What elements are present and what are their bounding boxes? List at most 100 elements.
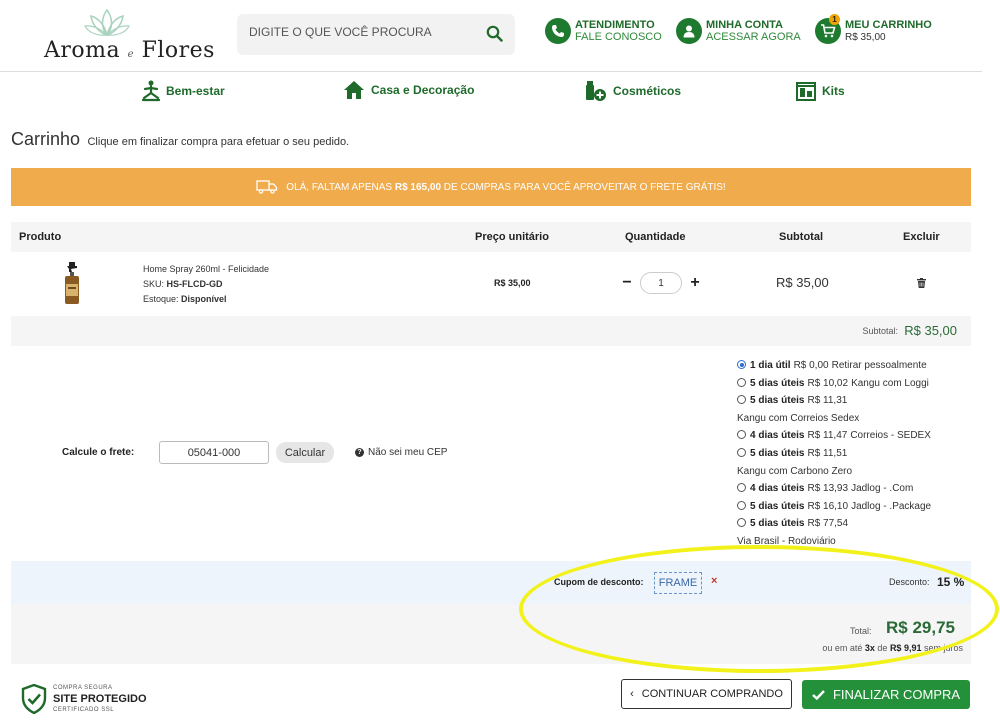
shipping-days: 5 dias úteis [750, 500, 805, 512]
inst-pre: ou em até [822, 643, 863, 653]
account-subtitle: ACESSAR AGORA [706, 31, 801, 43]
calculate-shipping-button[interactable]: Calcular [276, 442, 334, 463]
quantity-input[interactable] [640, 272, 682, 294]
cart-title: MEU CARRINHO [845, 19, 932, 31]
shipping-option[interactable]: 5 dias úteis R$ 16,10 Jadlog - .Package [737, 498, 977, 516]
col-header-remove: Excluir [903, 231, 940, 243]
shipping-option[interactable]: 5 dias úteis R$ 10,02 Kangu com Loggi [737, 375, 977, 393]
finalize-purchase-button[interactable]: FINALIZAR COMPRA [802, 680, 970, 709]
shipping-days: 4 dias úteis [750, 430, 805, 442]
shipping-option[interactable]: 5 dias úteis R$ 77,54 Via Brasil - Rodoviá… [737, 515, 977, 550]
nav-item-bem-estar[interactable]: Bem-estar [142, 80, 225, 102]
banner-post: DE COMPRAS PARA VOCÊ APROVEITAR O FRETE … [443, 181, 726, 193]
dont-know-cep-label: Não sei meu CEP [368, 447, 448, 458]
shipping-radio[interactable] [737, 377, 746, 387]
product-name[interactable]: Home Spray 260ml - Felicidade [143, 262, 269, 277]
shipping-carrier: Kangu com Loggi [851, 377, 929, 389]
quantity-decrease-button[interactable]: − [622, 274, 632, 292]
shipping-carrier: Via Brasil - Rodoviário [737, 535, 836, 547]
store-logo[interactable]: Aroma e Flores [44, 8, 214, 66]
coupon-label: Cupom de desconto: [554, 577, 644, 587]
remove-coupon-icon[interactable]: × [711, 575, 717, 587]
search-icon[interactable] [486, 25, 503, 42]
subtotal-row: Subtotal: R$ 35,00 [11, 316, 971, 346]
shipping-radio[interactable] [737, 500, 746, 510]
shipping-carrier: Kangu com Carbono Zero [737, 465, 853, 477]
subtotal-value: R$ 35,00 [904, 323, 957, 338]
installments-text: ou em até 3x de R$ 9,91 sem juros [822, 643, 963, 653]
shipping-price: R$ 11,31 [807, 395, 848, 407]
site-header: Aroma e Flores ATENDIMENTO FALE CONOSCO … [0, 0, 982, 72]
nav-label: Bem-estar [166, 84, 225, 98]
inst-post: sem juros [923, 643, 963, 653]
sku-value: HS-FLCD-GD [166, 279, 223, 289]
table-row: Home Spray 260ml - Felicidade SKU: HS-FL… [11, 252, 971, 316]
search-input[interactable] [249, 25, 469, 39]
cep-input[interactable] [159, 441, 269, 464]
stock-value: Disponível [181, 294, 227, 304]
shipping-carrier: Jadlog - .Package [851, 500, 932, 512]
col-header-product: Produto [19, 231, 62, 243]
nav-item-casa-decoracao[interactable]: Casa e Decoração [343, 80, 474, 100]
finalize-label: FINALIZAR COMPRA [832, 687, 961, 702]
shipping-option[interactable]: 5 dias úteis R$ 11,51 Kangu com Carbono Ze… [737, 445, 977, 480]
banner-pre: OLÁ, FALTAM APENAS [286, 181, 393, 193]
shipping-radio[interactable] [737, 518, 746, 528]
user-icon [676, 18, 702, 44]
product-sku: SKU: HS-FLCD-GD [143, 277, 269, 292]
cart-count-badge: 1 [829, 14, 840, 25]
lotus-logo-icon [84, 8, 130, 37]
secure-site-badge: COMPRA SEGURA SITE PROTEGIDO CERTIFICADO… [21, 683, 147, 716]
shipping-days: 5 dias úteis [750, 395, 805, 407]
total-value: R$ 29,75 [886, 618, 955, 637]
shipping-price: R$ 11,47 [807, 430, 848, 442]
shipping-carrier: Correios - SEDEX [850, 430, 931, 442]
continue-shopping-button[interactable]: ‹ CONTINUAR COMPRANDO [621, 679, 792, 709]
shipping-radio[interactable] [737, 430, 746, 440]
support-title: ATENDIMENTO [575, 19, 655, 31]
col-header-unit-price: Preço unitário [475, 231, 549, 243]
quantity-increase-button[interactable]: + [690, 274, 700, 292]
account-title: MINHA CONTA [706, 19, 783, 31]
secure-bottom: CERTIFICADO SSL [53, 707, 115, 713]
shipping-option[interactable]: 1 dia útil R$ 0,00 Retirar pessoalmente [737, 357, 977, 375]
discount-label: Desconto: [889, 577, 930, 587]
question-icon: ? [355, 448, 364, 457]
shipping-radio[interactable] [737, 360, 746, 369]
account-text: MINHA CONTA ACESSAR AGORA [706, 19, 801, 44]
shipping-option[interactable]: 4 dias úteis R$ 11,47 Correios - SEDEX [737, 427, 977, 445]
shipping-radio[interactable] [737, 395, 746, 405]
nav-item-cosmeticos[interactable]: Cosméticos [585, 80, 681, 102]
shipping-radio[interactable] [737, 483, 746, 493]
secure-top: COMPRA SEGURA [53, 685, 113, 691]
shipping-price: R$ 10,02 [807, 377, 849, 389]
logo-amp: e [127, 49, 135, 60]
dont-know-cep-link[interactable]: ? Não sei meu CEP [355, 447, 447, 458]
inst-value: R$ 9,91 [889, 643, 922, 653]
shipping-carrier: Jadlog - .Com [851, 483, 914, 495]
sku-label: SKU: [143, 279, 165, 289]
shipping-price: R$ 11,51 [807, 447, 848, 459]
secure-text: COMPRA SEGURA SITE PROTEGIDO CERTIFICADO… [53, 684, 147, 715]
secure-main: SITE PROTEGIDO [53, 693, 147, 705]
truck-icon [256, 180, 278, 194]
page-heading: Carrinho [11, 129, 81, 149]
free-shipping-banner: OLÁ, FALTAM APENAS R$ 165,00 DE COMPRAS … [11, 168, 971, 206]
nav-item-kits[interactable]: Kits [796, 80, 845, 102]
continue-label: CONTINUAR COMPRANDO [641, 688, 783, 700]
support-text: ATENDIMENTO FALE CONOSCO [575, 19, 662, 44]
product-image[interactable] [63, 262, 81, 304]
search-bar [237, 14, 515, 55]
coupon-row: Cupom de desconto: FRAME × Desconto: 15 … [11, 561, 971, 604]
shipping-radio[interactable] [737, 447, 746, 457]
shipping-price: R$ 16,10 [807, 500, 849, 512]
shipping-price: R$ 13,93 [807, 483, 849, 495]
shipping-option[interactable]: 4 dias úteis R$ 13,93 Jadlog - .Com [737, 480, 977, 498]
shipping-carrier: Retirar pessoalmente [831, 360, 927, 371]
shield-icon [21, 683, 47, 715]
shipping-option[interactable]: 5 dias úteis R$ 11,31 Kangu com Correios S… [737, 392, 977, 427]
coupon-code[interactable]: FRAME [654, 572, 702, 594]
shipping-days: 5 dias úteis [750, 447, 805, 459]
trash-icon[interactable] [917, 278, 926, 288]
product-stock: Estoque: Disponível [143, 292, 269, 307]
